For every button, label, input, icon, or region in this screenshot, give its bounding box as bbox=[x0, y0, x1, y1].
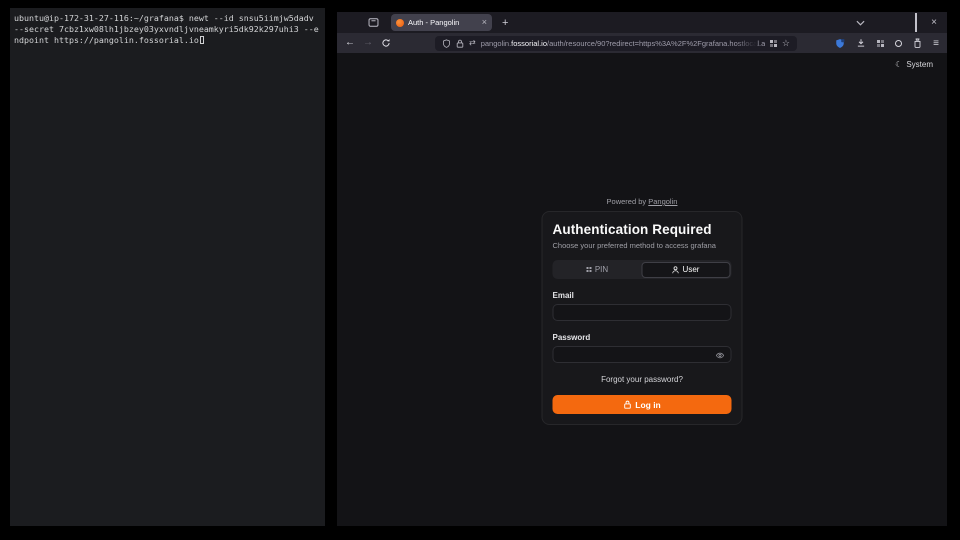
forgot-password-link[interactable]: Forgot your password? bbox=[553, 375, 732, 384]
password-manager-shield-icon bbox=[835, 38, 845, 49]
url-text: pangolin.fossorial.io/auth/resource/90?r… bbox=[481, 39, 765, 48]
login-lock-icon bbox=[623, 400, 631, 409]
back-button[interactable]: ← bbox=[345, 38, 355, 48]
eye-icon bbox=[716, 351, 725, 360]
page-content: ☾ System Powered by Pangolin Authenticat… bbox=[337, 53, 947, 526]
password-label: Password bbox=[553, 333, 732, 342]
toolbar-extensions: ≡ bbox=[835, 38, 939, 49]
containers-icon[interactable] bbox=[770, 40, 777, 47]
list-all-tabs-button[interactable] bbox=[856, 20, 865, 26]
bookmark-star-icon[interactable]: ☆ bbox=[782, 39, 790, 48]
window-controls: × bbox=[856, 14, 937, 32]
terminal-line: ubuntu@ip-172-31-27-116:~/grafana$ newt … bbox=[14, 13, 321, 24]
extensions-grid-button[interactable] bbox=[877, 40, 884, 47]
maximize-icon bbox=[915, 13, 917, 32]
terminal-line: --secret 7cbz1xw08lh1jbzey03yxvndljvneam… bbox=[14, 24, 321, 35]
theme-label: System bbox=[906, 60, 933, 69]
moon-icon: ☾ bbox=[895, 60, 902, 69]
browser-tab-auth-pangolin[interactable]: Auth - Pangolin × bbox=[391, 14, 492, 31]
terminal-window[interactable]: ubuntu@ip-172-31-27-116:~/grafana$ newt … bbox=[10, 8, 325, 526]
user-icon bbox=[672, 266, 680, 274]
url-bar[interactable]: ⇄ pangolin.fossorial.io/auth/resource/90… bbox=[435, 36, 797, 51]
download-icon bbox=[856, 38, 866, 48]
new-tab-button[interactable]: + bbox=[502, 17, 508, 29]
auth-method-tabs: PIN User bbox=[553, 260, 732, 279]
show-password-button[interactable] bbox=[716, 351, 725, 360]
jar-extension-button[interactable] bbox=[913, 38, 922, 48]
maximize-button[interactable] bbox=[915, 14, 917, 32]
tab-user[interactable]: User bbox=[641, 262, 730, 278]
email-input[interactable] bbox=[553, 304, 732, 321]
powered-by: Powered by Pangolin bbox=[337, 197, 947, 206]
card-subtitle: Choose your preferred method to access g… bbox=[553, 241, 732, 250]
lock-icon bbox=[456, 39, 464, 48]
tab-close-icon[interactable]: × bbox=[482, 18, 487, 27]
tracking-protection-shield-icon bbox=[442, 39, 451, 48]
reload-icon bbox=[381, 38, 391, 48]
theme-selector[interactable]: ☾ System bbox=[895, 60, 933, 69]
terminal-line: ndpoint https://pangolin.fossorial.io bbox=[14, 35, 321, 46]
password-manager-extension-button[interactable] bbox=[835, 38, 845, 49]
exchange-arrows-icon: ⇄ bbox=[469, 39, 476, 47]
login-button[interactable]: Log in bbox=[553, 395, 732, 414]
browser-tab-bar: Auth - Pangolin × + × bbox=[337, 12, 947, 33]
pangolin-link[interactable]: Pangolin bbox=[648, 197, 677, 206]
tab-title: Auth - Pangolin bbox=[408, 18, 478, 27]
downloads-button[interactable] bbox=[856, 38, 866, 48]
card-title: Authentication Required bbox=[553, 222, 732, 237]
password-input[interactable] bbox=[553, 346, 732, 363]
circle-extension-button[interactable] bbox=[895, 40, 902, 47]
close-window-button[interactable]: × bbox=[931, 18, 937, 28]
pin-keypad-icon bbox=[587, 267, 592, 272]
pangolin-favicon-icon bbox=[396, 19, 404, 27]
auth-card: Authentication Required Choose your pref… bbox=[542, 211, 743, 425]
terminal-cursor bbox=[200, 36, 204, 44]
reload-button[interactable] bbox=[381, 38, 391, 48]
jar-extension-icon bbox=[913, 38, 922, 48]
firefox-view-button[interactable] bbox=[363, 15, 383, 30]
menu-button[interactable]: ≡ bbox=[933, 38, 939, 49]
url-fade bbox=[735, 36, 757, 51]
browser-window: Auth - Pangolin × + × ← → bbox=[337, 12, 947, 526]
chevron-down-icon bbox=[856, 20, 865, 26]
tab-pin[interactable]: PIN bbox=[554, 262, 641, 278]
browser-toolbar: ← → ⇄ pangolin.fossorial.io/auth/resourc… bbox=[337, 33, 947, 53]
forward-button[interactable]: → bbox=[363, 38, 373, 48]
firefox-view-icon bbox=[368, 17, 379, 28]
email-label: Email bbox=[553, 291, 732, 300]
